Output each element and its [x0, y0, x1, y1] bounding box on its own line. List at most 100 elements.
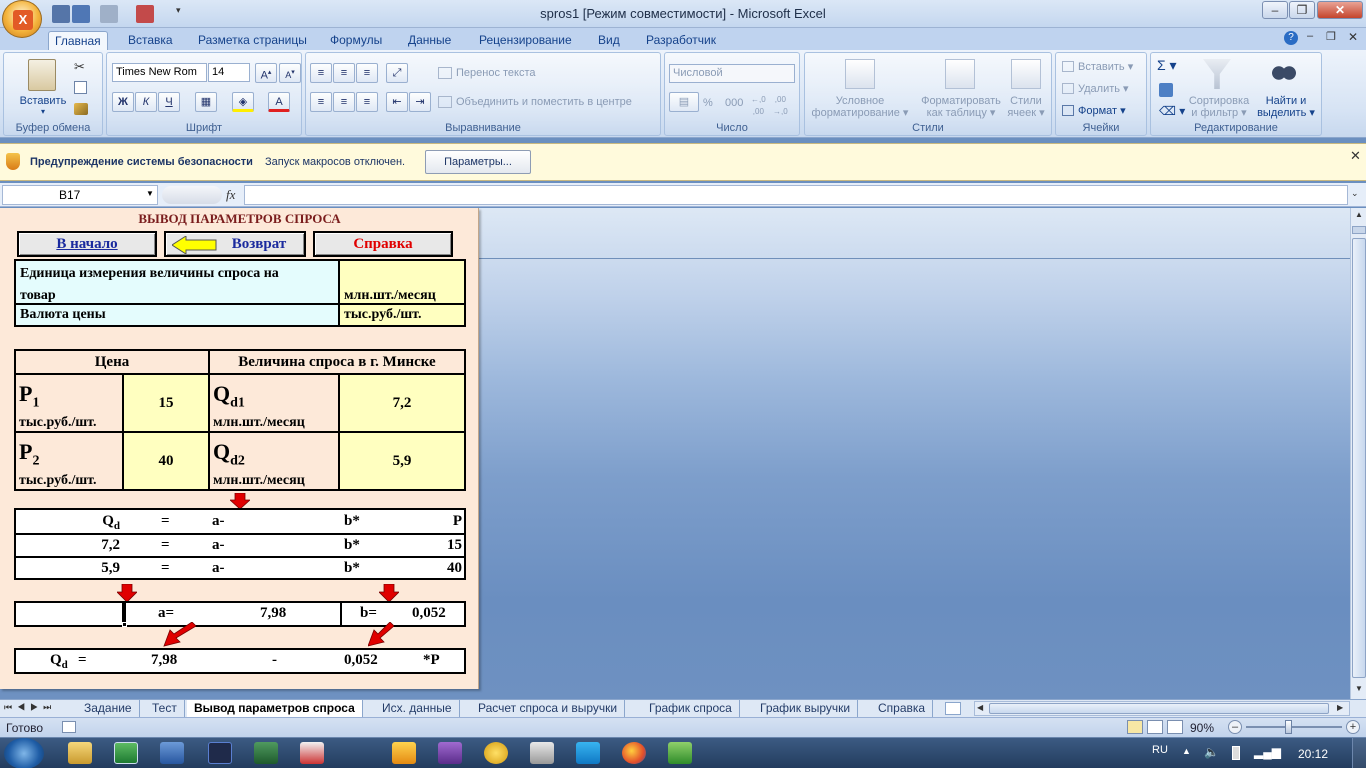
zoom-slider-track[interactable]: [1246, 726, 1342, 728]
zoom-slider-thumb[interactable]: [1285, 720, 1292, 734]
battery-icon[interactable]: [1232, 746, 1240, 760]
expand-formula-icon[interactable]: ⌄: [1351, 188, 1359, 199]
thousands-button[interactable]: 000: [725, 97, 743, 109]
save-icon[interactable]: [52, 5, 70, 23]
page-break-view-icon[interactable]: [1167, 720, 1183, 734]
zoom-level[interactable]: 90%: [1190, 721, 1214, 735]
name-box[interactable]: B17: [2, 185, 158, 205]
p2-value-cell[interactable]: 40: [122, 431, 210, 491]
close-button[interactable]: ✕: [1317, 1, 1363, 19]
show-desktop-button[interactable]: [1352, 738, 1366, 768]
format-painter-icon[interactable]: [74, 103, 88, 115]
sheet-tab-demand-params[interactable]: Вывод параметров спроса: [187, 700, 363, 717]
help-button[interactable]: Справка: [313, 231, 453, 257]
scroll-thumb[interactable]: [1352, 238, 1366, 678]
number-format-select[interactable]: Числовой: [669, 64, 795, 83]
align-top-icon[interactable]: ≡: [310, 63, 332, 83]
bold-button[interactable]: Ж: [112, 92, 134, 112]
office-button[interactable]: X: [2, 0, 42, 38]
macro-record-icon[interactable]: [62, 721, 76, 733]
decrease-decimal-icon[interactable]: ,00 →,0: [773, 94, 788, 118]
firefox-taskbar-icon[interactable]: [622, 742, 646, 764]
q2-value-cell[interactable]: 5,9: [338, 431, 466, 491]
format-cells-button[interactable]: Формат ▾: [1078, 105, 1126, 117]
scroll-left-icon[interactable]: ◀: [977, 703, 983, 712]
sheet-tab-test[interactable]: Тест: [145, 700, 185, 717]
tab-data[interactable]: Данные: [402, 31, 457, 50]
copy-icon[interactable]: [74, 81, 87, 94]
chart-macro-icon[interactable]: [136, 5, 154, 23]
sheet-tab-help[interactable]: Справка: [871, 700, 934, 717]
p1-value-cell[interactable]: 15: [122, 373, 210, 433]
find-select-button[interactable]: Найти и выделить ▾: [1253, 95, 1319, 119]
cell-styles-button[interactable]: Стили ячеек ▾: [1003, 95, 1049, 119]
italic-button[interactable]: К: [135, 92, 157, 112]
paste-dropdown-icon[interactable]: ▾: [38, 106, 48, 118]
align-bottom-icon[interactable]: ≡: [356, 63, 378, 83]
back-button[interactable]: Возврат: [164, 231, 306, 257]
sheet-tab-revenue-chart[interactable]: График выручки: [753, 700, 859, 717]
q1-value-cell[interactable]: 7,2: [338, 373, 466, 433]
sheet-tab-demand-chart[interactable]: График спроса: [642, 700, 740, 717]
acrobat-taskbar-icon[interactable]: [300, 742, 324, 764]
sheet-tab-task[interactable]: Задание: [77, 700, 140, 717]
align-middle-icon[interactable]: ≡: [333, 63, 355, 83]
shrink-font-icon[interactable]: A▾: [279, 63, 301, 83]
unit-value-cell[interactable]: млн.шт./месяц: [338, 259, 466, 305]
insert-sheet-icon[interactable]: [945, 702, 961, 715]
minimize-button[interactable]: –: [1262, 1, 1288, 19]
clear-icon[interactable]: ⌫ ▾: [1159, 105, 1185, 117]
sheet-tab-source-data[interactable]: Исх. данные: [375, 700, 460, 717]
autosum-icon[interactable]: Σ ▾: [1157, 58, 1177, 72]
tab-developer[interactable]: Разработчик: [640, 31, 722, 50]
scroll-down-icon[interactable]: ▼: [1353, 684, 1365, 696]
fill-handle[interactable]: [122, 622, 127, 627]
app-triangle-taskbar-icon[interactable]: [484, 742, 508, 764]
page-layout-view-icon[interactable]: [1147, 720, 1163, 734]
visual-studio-taskbar-icon[interactable]: [438, 742, 462, 764]
start-button-icon[interactable]: [4, 738, 44, 768]
conditional-format-button[interactable]: Условное форматирование ▾: [805, 95, 915, 119]
photoshop-taskbar-icon[interactable]: [208, 742, 232, 764]
redo-icon[interactable]: [100, 5, 118, 23]
align-center-icon[interactable]: ≡: [333, 92, 355, 112]
merge-center-button[interactable]: Объединить и поместить в центре: [456, 96, 632, 108]
tab-page-layout[interactable]: Разметка страницы: [192, 31, 313, 50]
split-box[interactable]: [1352, 226, 1366, 234]
tab-formulas[interactable]: Формулы: [324, 31, 388, 50]
tab-review[interactable]: Рецензирование: [473, 31, 578, 50]
network-icon[interactable]: ▂▄▆: [1254, 745, 1281, 759]
fill-icon[interactable]: [1159, 83, 1173, 97]
increase-decimal-icon[interactable]: ←,0,00: [751, 94, 766, 118]
delete-cells-button[interactable]: Удалить ▾: [1078, 83, 1129, 95]
sheet-nav-arrows-icon[interactable]: ⏮◀▶⏭: [4, 702, 56, 713]
security-close-icon[interactable]: ✕: [1350, 148, 1361, 164]
selected-cell-b17[interactable]: [14, 601, 126, 627]
zoom-out-icon[interactable]: –: [1228, 720, 1242, 734]
align-right-icon[interactable]: ≡: [356, 92, 378, 112]
media-player-taskbar-icon[interactable]: [392, 742, 416, 764]
ribbon-minimize-icon[interactable]: –: [1307, 30, 1313, 42]
maximize-button[interactable]: ❐: [1289, 1, 1315, 19]
qat-dropdown-icon[interactable]: ▾: [176, 5, 186, 23]
increase-indent-icon[interactable]: ⇥: [409, 92, 431, 112]
ribbon-close-icon[interactable]: ✕: [1348, 30, 1358, 44]
insert-function-icon[interactable]: fx: [226, 187, 235, 203]
paste-icon[interactable]: [28, 59, 56, 91]
name-box-dropdown-icon[interactable]: ▼: [146, 189, 154, 198]
clapper-taskbar-icon[interactable]: [530, 742, 554, 764]
insert-cells-button[interactable]: Вставить ▾: [1078, 61, 1133, 73]
percent-button[interactable]: %: [703, 97, 713, 109]
volume-icon[interactable]: 🔈: [1204, 745, 1219, 759]
explorer-taskbar-icon[interactable]: [68, 742, 92, 764]
zoom-in-icon[interactable]: +: [1346, 720, 1360, 734]
horizontal-scroll-thumb[interactable]: [989, 703, 1329, 714]
grow-font-icon[interactable]: A▴: [255, 63, 277, 83]
scroll-right-icon[interactable]: ▶: [1337, 703, 1343, 712]
underline-button[interactable]: Ч: [158, 92, 180, 112]
skype-taskbar-icon[interactable]: [576, 742, 600, 764]
app-m-taskbar-icon[interactable]: [254, 742, 278, 764]
decrease-indent-icon[interactable]: ⇤: [386, 92, 408, 112]
formula-bar-splitter[interactable]: [162, 186, 222, 204]
sort-filter-button[interactable]: Сортировка и фильтр ▾: [1183, 95, 1255, 119]
